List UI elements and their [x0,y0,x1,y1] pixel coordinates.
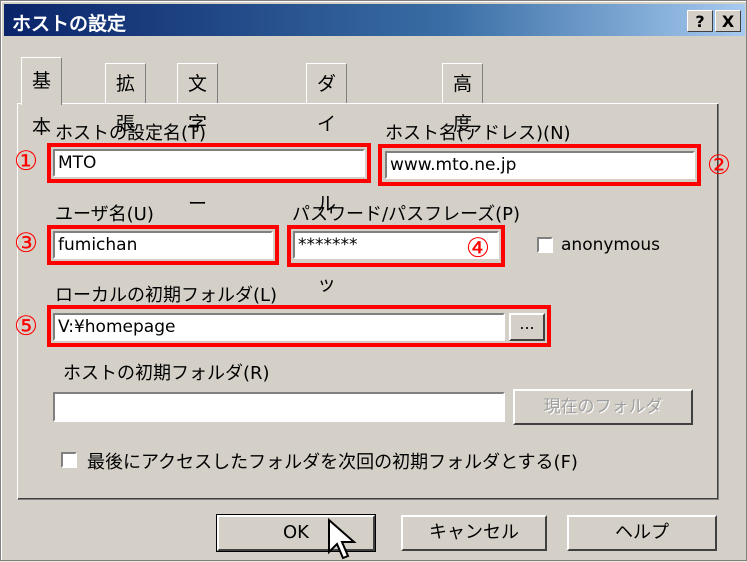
local-folder-field[interactable]: V:¥homepage [53,313,505,341]
browse-local-folder-button[interactable]: ... [509,313,545,341]
tab-charcode[interactable]: 文字コード [177,63,219,255]
last-folder-checkbox-label: 最後にアクセスしたフォルダを次回の初期フォルダとする(F) [87,452,578,473]
marker-4: ④ [465,233,491,264]
host-name-label: ホスト名(アドレス)(N) [385,123,571,144]
tab-dialup[interactable]: ダイアルアップ [306,63,348,335]
marker-5: ⑤ [13,311,39,342]
password-label: パスワード/パスフレーズ(P) [292,204,521,225]
user-name-label: ユーザ名(U) [55,204,154,225]
help-button[interactable]: ヘルプ [567,515,717,551]
tab-extended[interactable]: 拡張 [105,63,147,135]
tab-basic[interactable]: 基本 [21,57,63,138]
mouse-pointer-icon [328,518,357,560]
current-folder-button[interactable]: 現在のフォルダ [513,389,693,425]
marker-1: ① [13,146,39,177]
window-title: ホストの設定 [12,13,127,35]
title-bar[interactable]: ホストの設定 ? X [4,4,745,36]
anonymous-label: anonymous [561,235,661,255]
marker-2: ② [706,150,732,181]
anonymous-checkbox[interactable] [537,237,553,253]
help-icon[interactable]: ? [687,10,713,32]
cancel-button[interactable]: キャンセル [401,515,547,551]
host-name-field[interactable]: www.mto.ne.jp [385,151,695,179]
host-folder-field[interactable] [53,392,505,422]
tab-advanced[interactable]: 高度 [442,63,484,135]
user-name-field[interactable]: fumichan [53,231,273,259]
last-folder-checkbox[interactable] [61,452,77,468]
marker-3: ③ [13,228,39,259]
host-setting-name-field[interactable]: MTO [53,149,365,177]
local-folder-label: ローカルの初期フォルダ(L) [55,285,278,306]
host-setting-name-label: ホストの設定名(T) [55,123,207,144]
close-icon[interactable]: X [715,10,741,32]
host-settings-dialog: ホストの設定 ? X 基本 拡張 文字コード ダイアルアップ 高度 ホストの設定… [0,0,747,561]
host-folder-label: ホストの初期フォルダ(R) [63,363,270,384]
